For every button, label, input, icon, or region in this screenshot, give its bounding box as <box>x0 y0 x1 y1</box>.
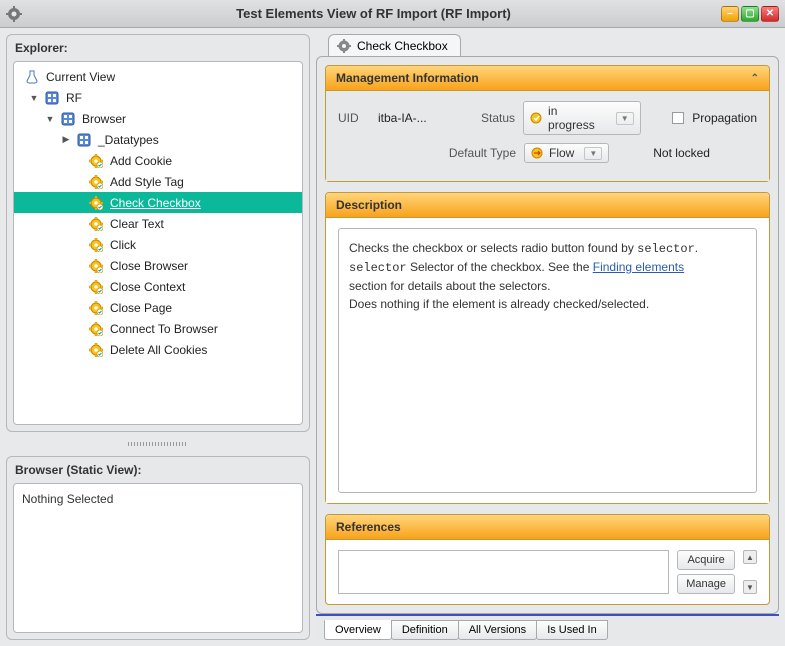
tree-item[interactable]: ▶Close Browser <box>14 255 302 276</box>
status-label: Status <box>445 111 515 125</box>
explorer-tree[interactable]: Current View ▼ RF ▼ Browser ▶ <box>14 62 302 364</box>
description-section: Description Checks the checkbox or selec… <box>325 192 770 504</box>
chevron-down-icon: ▼ <box>616 112 634 125</box>
tab-overview[interactable]: Overview <box>324 620 392 640</box>
action-gear-icon <box>88 258 104 274</box>
chevron-down-icon: ▼ <box>584 147 602 160</box>
expand-icon[interactable]: ▼ <box>44 114 56 124</box>
action-gear-icon <box>88 153 104 169</box>
tree-item[interactable]: ▶Close Context <box>14 276 302 297</box>
flask-icon <box>24 69 40 85</box>
references-section: References Acquire Manage ▲ ▼ <box>325 514 770 605</box>
tree-root[interactable]: Current View <box>14 66 302 87</box>
expand-icon[interactable]: ▶ <box>60 134 72 145</box>
gear-icon <box>337 39 351 53</box>
tab-definition[interactable]: Definition <box>391 620 459 640</box>
vertical-resize-grip[interactable] <box>6 438 310 450</box>
scroll-down-button[interactable]: ▼ <box>743 580 757 594</box>
window-titlebar: Test Elements View of RF Import (RF Impo… <box>0 0 785 28</box>
app-icon <box>6 6 22 22</box>
tab-label: Check Checkbox <box>357 39 448 53</box>
status-icon <box>530 112 542 124</box>
explorer-panel: Explorer: Current View ▼ RF ▼ <box>6 34 310 432</box>
manage-button[interactable]: Manage <box>677 574 735 594</box>
package-icon <box>60 111 76 127</box>
default-type-label: Default Type <box>446 146 516 160</box>
action-gear-icon <box>88 174 104 190</box>
expand-icon[interactable]: ▼ <box>28 93 40 103</box>
tree-item[interactable]: ▶Clear Text <box>14 213 302 234</box>
window-title: Test Elements View of RF Import (RF Impo… <box>28 6 719 21</box>
management-header[interactable]: Management Information ⌃ <box>326 66 769 91</box>
status-dropdown[interactable]: in progress ▼ <box>523 101 641 135</box>
static-view-panel: Browser (Static View): Nothing Selected <box>6 456 310 640</box>
references-header[interactable]: References <box>326 515 769 540</box>
tree-browser[interactable]: ▼ Browser <box>14 108 302 129</box>
package-icon <box>76 132 92 148</box>
tab-check-checkbox[interactable]: Check Checkbox <box>328 34 461 57</box>
action-gear-icon <box>88 342 104 358</box>
finding-elements-link[interactable]: Finding elements <box>593 260 684 274</box>
minimize-button[interactable]: – <box>721 6 739 22</box>
acquire-button[interactable]: Acquire <box>677 550 735 570</box>
propagation-checkbox[interactable] <box>672 112 684 124</box>
tree-rf[interactable]: ▼ RF <box>14 87 302 108</box>
tree-item[interactable]: ▶Delete All Cookies <box>14 339 302 360</box>
action-gear-icon <box>88 300 104 316</box>
tab-all-versions[interactable]: All Versions <box>458 620 537 640</box>
lock-status: Not locked <box>653 146 710 160</box>
close-button[interactable]: ✕ <box>761 6 779 22</box>
tree-item[interactable]: ▶Add Style Tag <box>14 171 302 192</box>
description-text[interactable]: Checks the checkbox or selects radio but… <box>338 228 757 493</box>
uid-label: UID <box>338 111 370 125</box>
management-section: Management Information ⌃ UID itba-IA-...… <box>325 65 770 182</box>
action-gear-icon <box>88 195 104 211</box>
action-gear-icon <box>88 237 104 253</box>
references-list[interactable] <box>338 550 669 594</box>
tree-item[interactable]: ▶Connect To Browser <box>14 318 302 339</box>
tab-is-used-in[interactable]: Is Used In <box>536 620 608 640</box>
propagation-label: Propagation <box>692 111 757 125</box>
tree-item[interactable]: ▶Check Checkbox <box>14 192 302 213</box>
tree-item[interactable]: ▶Add Cookie <box>14 150 302 171</box>
package-icon <box>44 90 60 106</box>
collapse-icon[interactable]: ⌃ <box>751 73 759 84</box>
action-gear-icon <box>88 216 104 232</box>
default-type-dropdown[interactable]: Flow ▼ <box>524 143 609 163</box>
bottom-tab-bar: Overview Definition All Versions Is Used… <box>316 614 779 640</box>
action-gear-icon <box>88 279 104 295</box>
flow-icon <box>531 147 543 159</box>
explorer-title: Explorer: <box>7 35 309 61</box>
static-view-content: Nothing Selected <box>14 484 302 514</box>
description-header[interactable]: Description <box>326 193 769 218</box>
static-view-title: Browser (Static View): <box>7 457 309 483</box>
tree-datatypes[interactable]: ▶ _Datatypes <box>14 129 302 150</box>
scroll-up-button[interactable]: ▲ <box>743 550 757 564</box>
uid-value: itba-IA-... <box>378 111 437 125</box>
tree-item[interactable]: ▶Close Page <box>14 297 302 318</box>
maximize-button[interactable]: ▢ <box>741 6 759 22</box>
tree-item[interactable]: ▶Click <box>14 234 302 255</box>
action-gear-icon <box>88 321 104 337</box>
